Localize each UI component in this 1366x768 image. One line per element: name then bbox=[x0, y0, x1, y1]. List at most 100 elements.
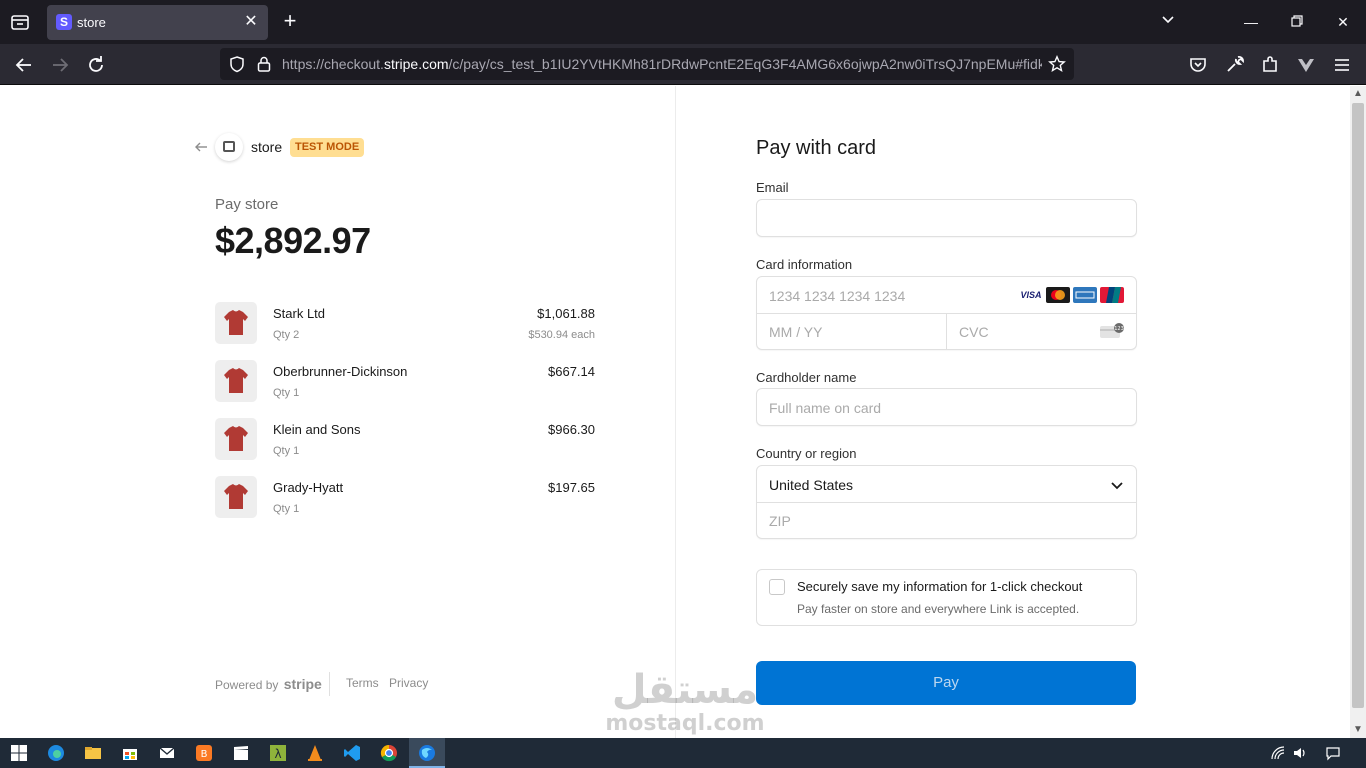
terminal-lambda-icon[interactable]: λ bbox=[268, 743, 288, 763]
media-icon[interactable] bbox=[231, 743, 251, 763]
store-icon bbox=[223, 141, 235, 152]
menu-icon[interactable] bbox=[1330, 53, 1354, 77]
order-summary-pane: store TEST MODE Pay store $2,892.97 Star… bbox=[0, 86, 675, 738]
close-tab-icon[interactable]: ✕ bbox=[242, 13, 260, 31]
payment-form-pane: Pay with card Email Card information 123… bbox=[675, 86, 1350, 738]
merchant-name[interactable]: store bbox=[251, 139, 282, 155]
save-info-subtitle: Pay faster on store and everywhere Link … bbox=[797, 602, 1080, 616]
card-number-field[interactable]: 1234 1234 1234 1234 bbox=[769, 288, 905, 304]
stripe-favicon-icon: S bbox=[56, 14, 72, 30]
save-info-title: Securely save my information for 1-click… bbox=[797, 579, 1083, 594]
line-item: Stark Ltd Qty 2 $1,061.88 $530.94 each bbox=[215, 302, 595, 346]
notifications-icon[interactable] bbox=[1325, 745, 1341, 761]
address-bar[interactable]: https://checkout.stripe.com/c/pay/cs_tes… bbox=[220, 48, 1074, 80]
save-info-checkbox[interactable] bbox=[769, 579, 785, 595]
line-item: Oberbrunner-Dickinson Qty 1 $667.14 bbox=[215, 360, 595, 404]
item-name: Stark Ltd bbox=[273, 306, 326, 321]
amex-icon bbox=[1073, 287, 1097, 303]
chevron-down-icon[interactable] bbox=[1110, 478, 1124, 492]
vlc-icon[interactable] bbox=[305, 743, 325, 763]
reload-icon[interactable] bbox=[84, 53, 108, 77]
cardholder-name-label: Cardholder name bbox=[756, 370, 857, 385]
tshirt-product-image bbox=[215, 360, 257, 402]
vscode-icon[interactable] bbox=[342, 743, 362, 763]
item-quantity: Qty 2 bbox=[273, 329, 300, 341]
mastercard-icon bbox=[1046, 287, 1070, 303]
volume-icon[interactable] bbox=[1292, 745, 1308, 761]
merchant-logo[interactable] bbox=[215, 133, 243, 161]
expiry-cvc-divider bbox=[946, 313, 947, 350]
windows-start-icon[interactable] bbox=[9, 743, 29, 763]
back-icon[interactable] bbox=[12, 53, 36, 77]
forward-icon[interactable] bbox=[48, 53, 72, 77]
privacy-link[interactable]: Privacy bbox=[389, 676, 428, 690]
extensions-icon[interactable] bbox=[1258, 53, 1282, 77]
country-select[interactable]: United States bbox=[769, 477, 853, 493]
vue-devtools-icon[interactable] bbox=[1294, 53, 1318, 77]
expiry-field[interactable]: MM / YY bbox=[769, 324, 822, 340]
back-arrow-icon[interactable] bbox=[193, 139, 209, 155]
svg-text:B: B bbox=[201, 749, 208, 760]
item-name: Oberbrunner-Dickinson bbox=[273, 364, 408, 379]
minimize-icon[interactable]: — bbox=[1241, 12, 1261, 32]
tab-list-icon[interactable] bbox=[8, 10, 32, 34]
unionpay-icon bbox=[1100, 287, 1124, 303]
page-scrollbar[interactable]: ▲ ▼ bbox=[1350, 86, 1366, 738]
save-info-option[interactable]: Securely save my information for 1-click… bbox=[756, 569, 1137, 626]
lock-icon[interactable] bbox=[255, 55, 273, 73]
file-explorer-icon[interactable] bbox=[83, 743, 103, 763]
line-item: Klein and Sons Qty 1 $966.30 bbox=[215, 418, 595, 462]
network-icon[interactable] bbox=[1270, 745, 1286, 761]
item-price: $1,061.88 bbox=[537, 306, 595, 321]
store-app-icon[interactable] bbox=[120, 743, 140, 763]
tshirt-product-image bbox=[215, 418, 257, 460]
svg-text:λ: λ bbox=[274, 747, 281, 761]
item-price: $667.14 bbox=[548, 364, 595, 379]
cvc-field[interactable]: CVC bbox=[959, 324, 989, 340]
zip-field[interactable]: ZIP bbox=[769, 513, 791, 529]
firefox-developer-icon[interactable] bbox=[417, 743, 437, 763]
country-zip-divider bbox=[757, 502, 1136, 503]
card-brand-logos: VISA bbox=[1016, 287, 1124, 303]
restore-icon[interactable] bbox=[1287, 12, 1307, 32]
windows-taskbar: B λ bbox=[0, 738, 1366, 768]
pay-button[interactable]: Pay bbox=[756, 661, 1136, 705]
shield-icon[interactable] bbox=[228, 55, 246, 73]
browser-navigation-bar: https://checkout.stripe.com/c/pay/cs_tes… bbox=[0, 44, 1366, 85]
item-price: $197.65 bbox=[548, 480, 595, 495]
chrome-icon[interactable] bbox=[379, 743, 399, 763]
line-item: Grady-Hyatt Qty 1 $197.65 bbox=[215, 476, 595, 520]
item-name: Grady-Hyatt bbox=[273, 480, 344, 495]
stripe-logo: stripe bbox=[283, 676, 322, 692]
tshirt-product-image bbox=[215, 476, 257, 518]
item-price: $966.30 bbox=[548, 422, 595, 437]
url-text[interactable]: https://checkout.stripe.com/c/pay/cs_tes… bbox=[282, 56, 1042, 72]
country-zip-group: United States ZIP bbox=[756, 465, 1137, 539]
edge-icon[interactable] bbox=[46, 743, 66, 763]
tshirt-product-image bbox=[215, 302, 257, 344]
terms-link[interactable]: Terms bbox=[346, 676, 379, 690]
country-label: Country or region bbox=[756, 446, 857, 461]
svg-text:123: 123 bbox=[1114, 326, 1124, 332]
scroll-up-icon[interactable]: ▲ bbox=[1350, 86, 1366, 102]
mail-icon[interactable] bbox=[157, 743, 177, 763]
visa-icon: VISA bbox=[1019, 287, 1043, 303]
email-field[interactable] bbox=[756, 199, 1137, 237]
browser-tab[interactable]: S store ✕ bbox=[47, 5, 268, 40]
pocket-icon[interactable] bbox=[1186, 53, 1210, 77]
cardholder-name-field[interactable]: Full name on card bbox=[756, 388, 1137, 426]
list-all-tabs-icon[interactable] bbox=[1158, 12, 1178, 32]
wrench-icon[interactable] bbox=[1222, 53, 1246, 77]
xampp-icon[interactable]: B bbox=[194, 743, 214, 763]
item-name: Klein and Sons bbox=[273, 422, 361, 437]
close-window-icon[interactable]: ✕ bbox=[1333, 12, 1353, 32]
item-quantity: Qty 1 bbox=[273, 387, 300, 399]
item-quantity: Qty 1 bbox=[273, 445, 300, 457]
powered-by-stripe[interactable]: Powered by stripe bbox=[215, 676, 322, 692]
new-tab-icon[interactable]: + bbox=[280, 10, 300, 32]
scrollbar-thumb[interactable] bbox=[1352, 103, 1364, 708]
mostaql-watermark: مستقل mostaql.com bbox=[605, 667, 765, 736]
bookmark-star-icon[interactable] bbox=[1048, 55, 1066, 73]
scroll-down-icon[interactable]: ▼ bbox=[1350, 722, 1366, 738]
test-mode-badge: TEST MODE bbox=[290, 138, 365, 157]
